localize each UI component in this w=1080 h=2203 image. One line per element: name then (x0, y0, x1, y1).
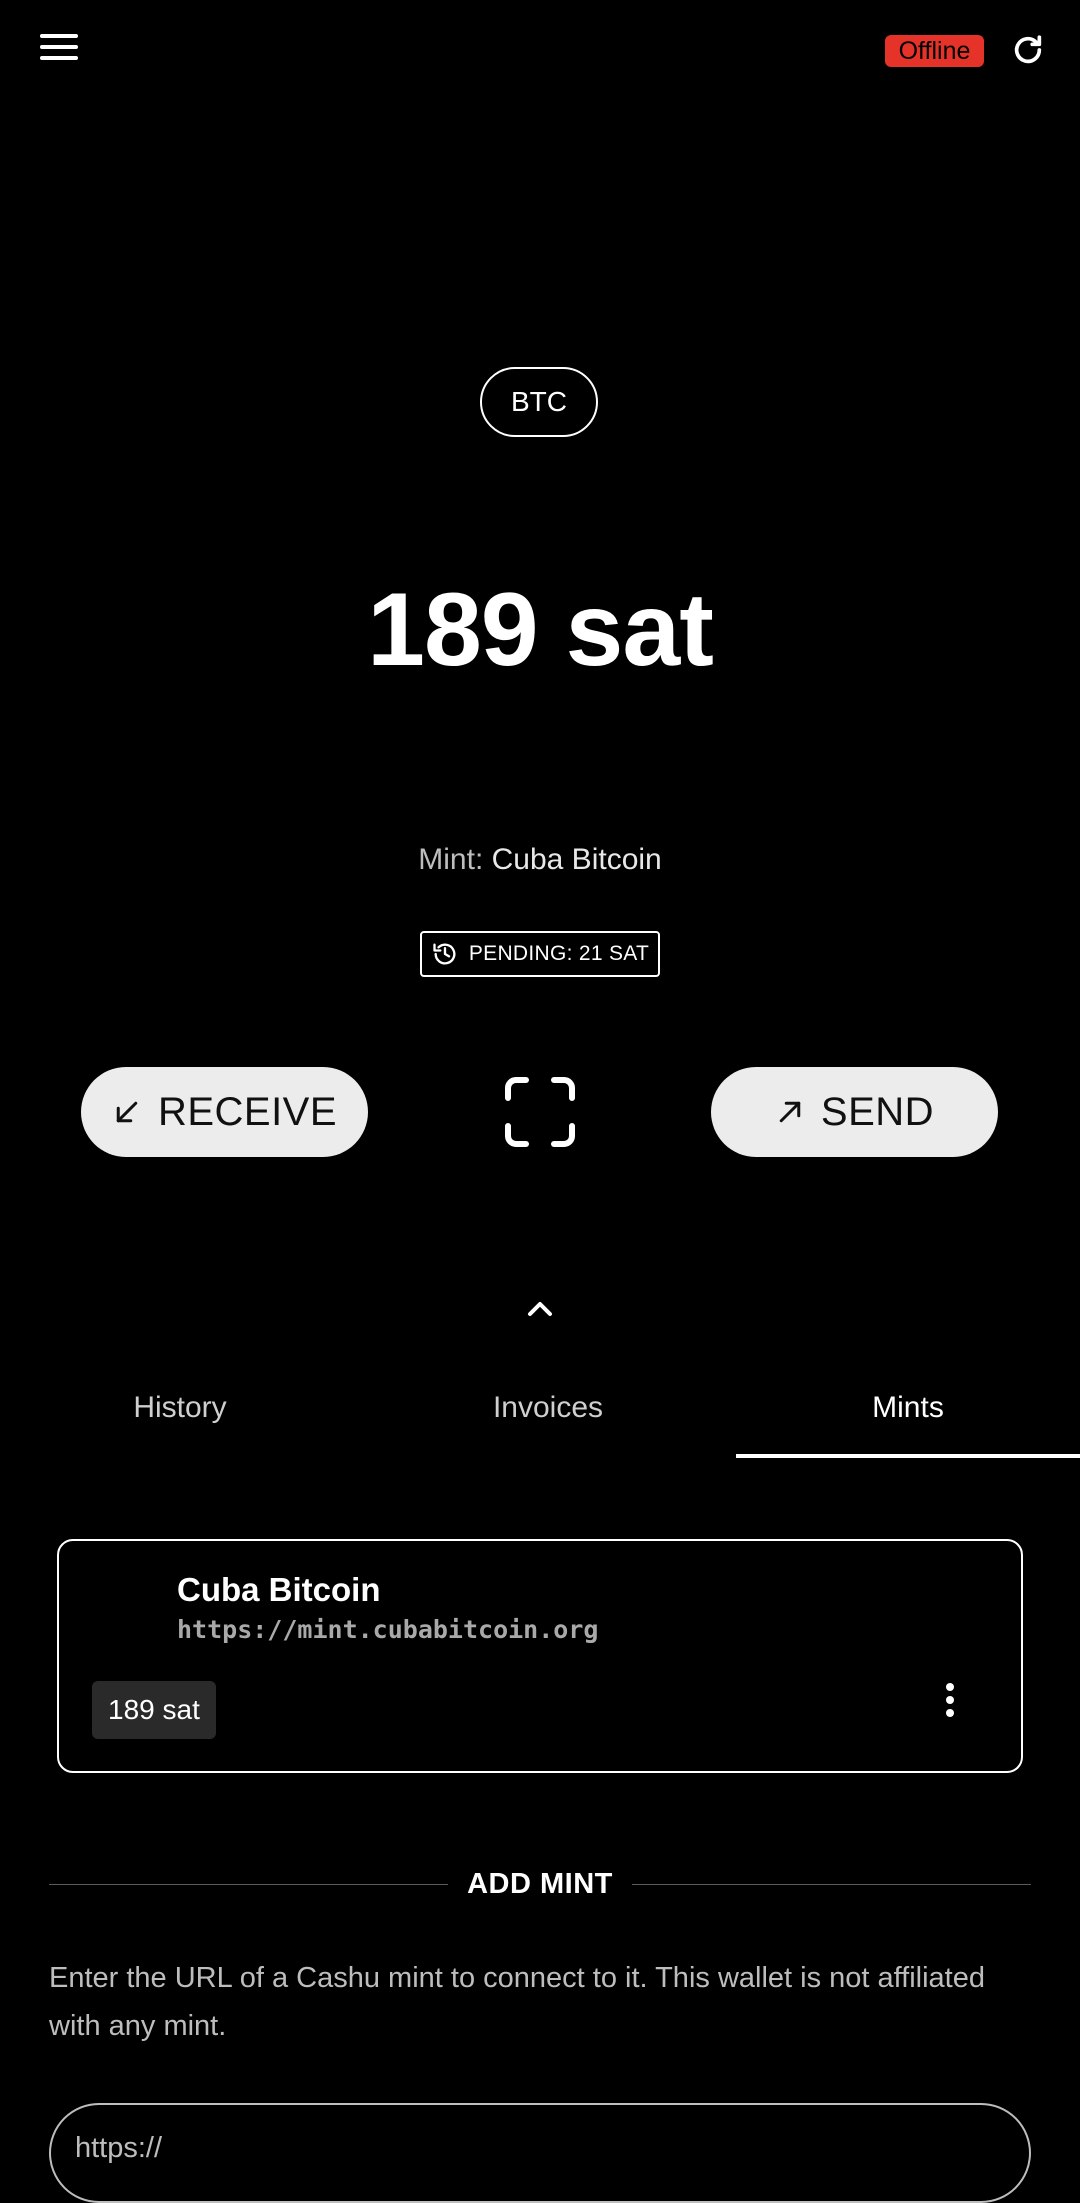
refresh-icon (1014, 35, 1042, 64)
send-button[interactable]: SEND (711, 1067, 998, 1157)
chevron-up-icon (528, 1302, 552, 1316)
receive-button[interactable]: RECEIVE (81, 1067, 368, 1157)
mint-card-name: Cuba Bitcoin (177, 1571, 381, 1608)
menu-button[interactable] (40, 34, 78, 64)
refresh-button[interactable] (1011, 33, 1045, 67)
scan-button[interactable] (504, 1076, 576, 1148)
more-vertical-icon (935, 1683, 965, 1717)
pending-label: PENDING: 21 SAT (468, 942, 650, 965)
mint-label: Mint: (418, 843, 484, 876)
arrow-up-right-icon (779, 1101, 801, 1123)
mint-name: Cuba Bitcoin (491, 843, 662, 876)
send-label: SEND (820, 1089, 935, 1134)
active-mint: Mint: Cuba Bitcoin (0, 841, 1080, 879)
add-mint-description: Enter the URL of a Cashu mint to connect… (49, 1962, 986, 2042)
tab-invoices[interactable]: Invoices (368, 1378, 728, 1458)
mint-card-url: https://mint.cubabitcoin.org (177, 1615, 599, 1644)
pending-button[interactable]: PENDING: 21 SAT (420, 931, 660, 977)
divider (632, 1884, 1031, 1885)
arrow-down-left-icon (116, 1101, 138, 1123)
divider (49, 1884, 448, 1885)
mint-options-button[interactable] (935, 1683, 965, 1723)
receive-label: RECEIVE (157, 1089, 338, 1134)
mint-card-balance: 189 sat (92, 1681, 216, 1739)
currency-toggle[interactable]: BTC (480, 367, 598, 437)
status-badge: Offline (885, 35, 984, 67)
expand-button[interactable] (524, 1298, 556, 1320)
scan-frame-icon (505, 1077, 575, 1147)
add-mint-title: ADD MINT (467, 1868, 613, 1900)
tab-mints[interactable]: Mints (736, 1378, 1080, 1458)
hamburger-menu-icon (40, 34, 78, 38)
balance-amount: 189 sat (367, 572, 714, 688)
active-tab-indicator (736, 1454, 1080, 1458)
history-icon (433, 943, 456, 965)
mint-url-input[interactable] (49, 2103, 1031, 2203)
tab-history[interactable]: History (0, 1378, 360, 1458)
